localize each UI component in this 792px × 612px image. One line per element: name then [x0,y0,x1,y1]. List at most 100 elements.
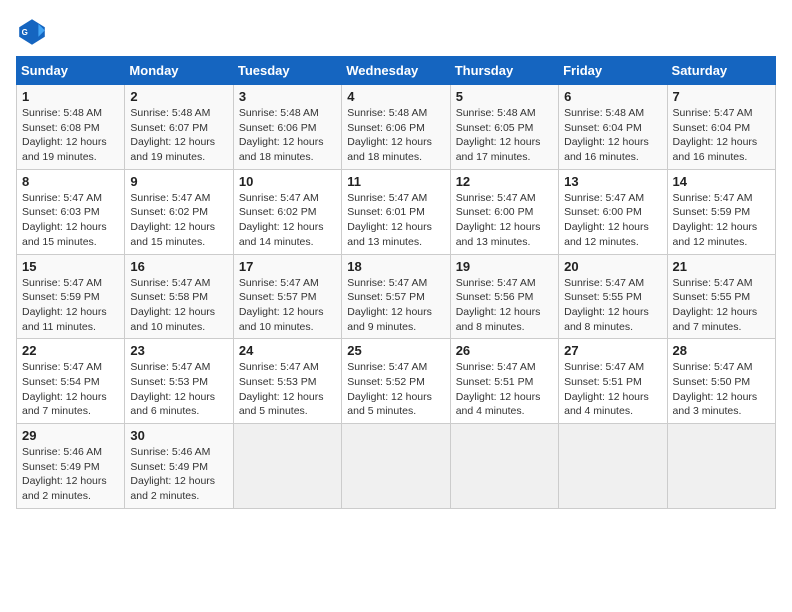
day-number: 12 [456,174,553,189]
day-number: 4 [347,89,444,104]
day-number: 18 [347,259,444,274]
day-info: Sunrise: 5:47 AM Sunset: 6:02 PM Dayligh… [130,191,227,250]
day-info: Sunrise: 5:48 AM Sunset: 6:06 PM Dayligh… [347,106,444,165]
day-number: 1 [22,89,119,104]
day-cell: 14 Sunrise: 5:47 AM Sunset: 5:59 PM Dayli… [667,169,775,254]
logo-icon: G [16,16,48,48]
day-cell: 26 Sunrise: 5:47 AM Sunset: 5:51 PM Dayli… [450,339,558,424]
day-info: Sunrise: 5:47 AM Sunset: 5:54 PM Dayligh… [22,360,119,419]
day-info: Sunrise: 5:47 AM Sunset: 5:55 PM Dayligh… [673,276,770,335]
day-number: 28 [673,343,770,358]
day-number: 22 [22,343,119,358]
day-number: 17 [239,259,336,274]
day-number: 13 [564,174,661,189]
day-cell [342,424,450,509]
day-cell: 24 Sunrise: 5:47 AM Sunset: 5:53 PM Dayli… [233,339,341,424]
day-cell: 27 Sunrise: 5:47 AM Sunset: 5:51 PM Dayli… [559,339,667,424]
day-info: Sunrise: 5:47 AM Sunset: 5:57 PM Dayligh… [239,276,336,335]
day-cell: 6 Sunrise: 5:48 AM Sunset: 6:04 PM Daylig… [559,85,667,170]
day-info: Sunrise: 5:47 AM Sunset: 5:55 PM Dayligh… [564,276,661,335]
day-cell: 15 Sunrise: 5:47 AM Sunset: 5:59 PM Dayli… [17,254,125,339]
col-header-thursday: Thursday [450,57,558,85]
week-row-4: 22 Sunrise: 5:47 AM Sunset: 5:54 PM Dayli… [17,339,776,424]
logo: G [16,16,52,48]
day-number: 30 [130,428,227,443]
day-cell: 20 Sunrise: 5:47 AM Sunset: 5:55 PM Dayli… [559,254,667,339]
day-cell: 30 Sunrise: 5:46 AM Sunset: 5:49 PM Dayli… [125,424,233,509]
day-cell: 16Sunrise: 5:47 AM Sunset: 5:58 PM Dayli… [125,254,233,339]
day-number: 23 [130,343,227,358]
day-info: Sunrise: 5:47 AM Sunset: 5:51 PM Dayligh… [564,360,661,419]
day-number: 9 [130,174,227,189]
day-info: Sunrise: 5:48 AM Sunset: 6:06 PM Dayligh… [239,106,336,165]
col-header-tuesday: Tuesday [233,57,341,85]
week-row-2: 8 Sunrise: 5:47 AM Sunset: 6:03 PM Daylig… [17,169,776,254]
day-number: 7 [673,89,770,104]
day-cell: 21Sunrise: 5:47 AM Sunset: 5:55 PM Dayli… [667,254,775,339]
day-cell: 28 Sunrise: 5:47 AM Sunset: 5:50 PM Dayli… [667,339,775,424]
day-info: Sunrise: 5:48 AM Sunset: 6:04 PM Dayligh… [564,106,661,165]
col-header-sunday: Sunday [17,57,125,85]
day-cell: 4 Sunrise: 5:48 AM Sunset: 6:06 PM Daylig… [342,85,450,170]
day-number: 26 [456,343,553,358]
day-cell: 3 Sunrise: 5:48 AM Sunset: 6:06 PM Daylig… [233,85,341,170]
day-info: Sunrise: 5:47 AM Sunset: 6:02 PM Dayligh… [239,191,336,250]
day-number: 19 [456,259,553,274]
day-number: 20 [564,259,661,274]
day-info: Sunrise: 5:47 AM Sunset: 6:03 PM Dayligh… [22,191,119,250]
day-number: 29 [22,428,119,443]
day-number: 14 [673,174,770,189]
page-container: G SundayMondayTuesdayWednesdayThursdayFr… [16,16,776,509]
day-info: Sunrise: 5:47 AM Sunset: 5:56 PM Dayligh… [456,276,553,335]
day-number: 2 [130,89,227,104]
col-header-wednesday: Wednesday [342,57,450,85]
day-number: 27 [564,343,661,358]
day-cell: 29 Sunrise: 5:46 AM Sunset: 5:49 PM Dayli… [17,424,125,509]
col-header-monday: Monday [125,57,233,85]
day-number: 6 [564,89,661,104]
day-info: Sunrise: 5:47 AM Sunset: 5:51 PM Dayligh… [456,360,553,419]
col-header-saturday: Saturday [667,57,775,85]
day-cell: 1 Sunrise: 5:48 AM Sunset: 6:08 PM Daylig… [17,85,125,170]
day-cell: 25 Sunrise: 5:47 AM Sunset: 5:52 PM Dayli… [342,339,450,424]
day-cell [450,424,558,509]
day-number: 15 [22,259,119,274]
day-info: Sunrise: 5:46 AM Sunset: 5:49 PM Dayligh… [22,445,119,504]
day-info: Sunrise: 5:47 AM Sunset: 5:59 PM Dayligh… [673,191,770,250]
col-header-friday: Friday [559,57,667,85]
day-info: Sunrise: 5:47 AM Sunset: 5:53 PM Dayligh… [130,360,227,419]
day-number: 11 [347,174,444,189]
day-cell: 10Sunrise: 5:47 AM Sunset: 6:02 PM Dayli… [233,169,341,254]
day-cell: 8 Sunrise: 5:47 AM Sunset: 6:03 PM Daylig… [17,169,125,254]
week-row-1: 1 Sunrise: 5:48 AM Sunset: 6:08 PM Daylig… [17,85,776,170]
day-cell [667,424,775,509]
day-info: Sunrise: 5:48 AM Sunset: 6:08 PM Dayligh… [22,106,119,165]
day-cell: 17 Sunrise: 5:47 AM Sunset: 5:57 PM Dayli… [233,254,341,339]
header: G [16,16,776,48]
day-number: 25 [347,343,444,358]
day-info: Sunrise: 5:47 AM Sunset: 5:59 PM Dayligh… [22,276,119,335]
day-cell: 9 Sunrise: 5:47 AM Sunset: 6:02 PM Daylig… [125,169,233,254]
day-info: Sunrise: 5:47 AM Sunset: 5:53 PM Dayligh… [239,360,336,419]
day-info: Sunrise: 5:47 AM Sunset: 5:52 PM Dayligh… [347,360,444,419]
day-number: 3 [239,89,336,104]
day-cell: 19 Sunrise: 5:47 AM Sunset: 5:56 PM Dayli… [450,254,558,339]
day-info: Sunrise: 5:47 AM Sunset: 6:00 PM Dayligh… [456,191,553,250]
day-cell: 12 Sunrise: 5:47 AM Sunset: 6:00 PM Dayli… [450,169,558,254]
day-number: 24 [239,343,336,358]
day-info: Sunrise: 5:48 AM Sunset: 6:07 PM Dayligh… [130,106,227,165]
day-info: Sunrise: 5:47 AM Sunset: 6:00 PM Dayligh… [564,191,661,250]
day-info: Sunrise: 5:47 AM Sunset: 5:57 PM Dayligh… [347,276,444,335]
day-number: 5 [456,89,553,104]
day-cell: 13 Sunrise: 5:47 AM Sunset: 6:00 PM Dayli… [559,169,667,254]
svg-text:G: G [22,28,28,37]
day-info: Sunrise: 5:47 AM Sunset: 6:01 PM Dayligh… [347,191,444,250]
day-info: Sunrise: 5:47 AM Sunset: 5:50 PM Dayligh… [673,360,770,419]
calendar-table: SundayMondayTuesdayWednesdayThursdayFrid… [16,56,776,509]
day-number: 8 [22,174,119,189]
week-row-5: 29 Sunrise: 5:46 AM Sunset: 5:49 PM Dayli… [17,424,776,509]
day-info: Sunrise: 5:47 AM Sunset: 5:58 PM Dayligh… [130,276,227,335]
calendar-header-row: SundayMondayTuesdayWednesdayThursdayFrid… [17,57,776,85]
day-info: Sunrise: 5:46 AM Sunset: 5:49 PM Dayligh… [130,445,227,504]
day-cell: 22 Sunrise: 5:47 AM Sunset: 5:54 PM Dayli… [17,339,125,424]
